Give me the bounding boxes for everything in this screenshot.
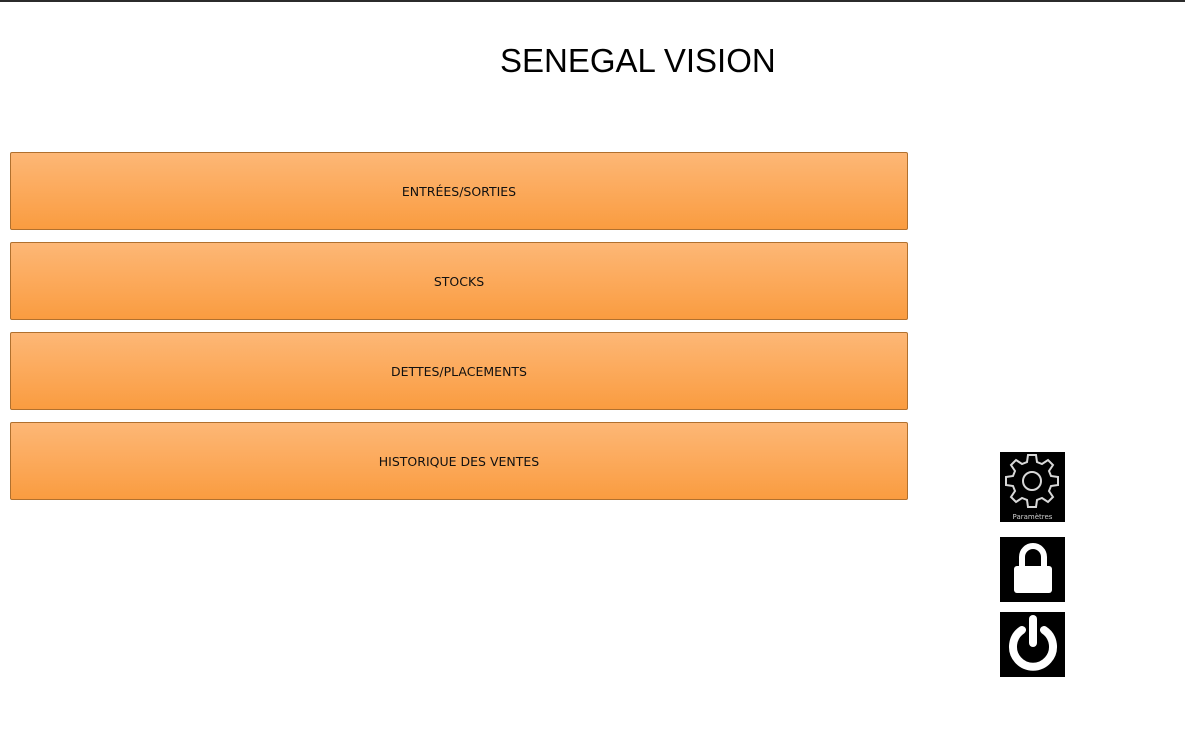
lock-icon: [1008, 539, 1058, 601]
dettes-placements-button[interactable]: DETTES/PLACEMENTS: [10, 332, 908, 410]
stocks-button[interactable]: STOCKS: [10, 242, 908, 320]
historique-ventes-button[interactable]: HISTORIQUE DES VENTES: [10, 422, 908, 500]
top-border: [0, 0, 1185, 2]
power-button[interactable]: [1000, 612, 1065, 677]
entrees-sorties-button[interactable]: ENTRÉES/SORTIES: [10, 152, 908, 230]
settings-label: Paramètres: [1012, 513, 1053, 521]
app-title: SENEGAL VISION: [500, 42, 776, 79]
power-icon: [1003, 613, 1063, 677]
lock-button[interactable]: [1000, 537, 1065, 602]
settings-button[interactable]: Paramètres: [1000, 452, 1065, 522]
gear-icon: [1004, 453, 1060, 513]
